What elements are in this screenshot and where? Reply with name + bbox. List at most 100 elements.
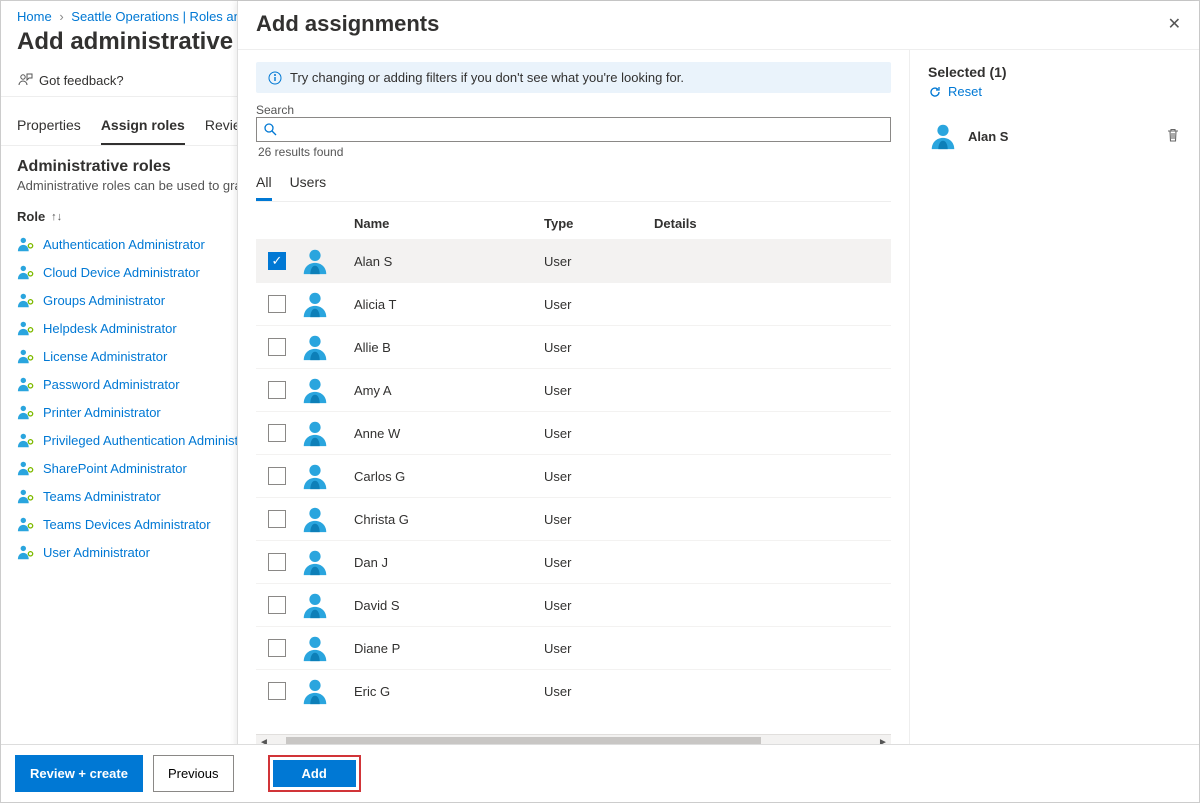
col-details[interactable]: Details	[654, 216, 891, 231]
selected-panel: Selected (1) Reset Alan S	[909, 50, 1199, 750]
role-link[interactable]: Password Administrator	[43, 377, 180, 392]
row-checkbox[interactable]	[268, 295, 286, 313]
role-link[interactable]: Printer Administrator	[43, 405, 161, 420]
role-link[interactable]: SharePoint Administrator	[43, 461, 187, 476]
role-link[interactable]: License Administrator	[43, 349, 167, 364]
user-list-scroll[interactable]: Name Type Details ✓Alan SUserAlicia TUse…	[256, 208, 891, 734]
info-icon	[268, 71, 282, 85]
bottom-toolbar: Review + create Previous Add	[1, 744, 1199, 802]
chevron-right-icon: ›	[59, 9, 63, 24]
user-icon	[928, 121, 958, 151]
list-row[interactable]: Allie BUser	[256, 325, 891, 368]
row-checkbox[interactable]	[268, 682, 286, 700]
row-type: User	[544, 641, 654, 656]
reset-button[interactable]: Reset	[928, 84, 1181, 99]
row-checkbox[interactable]	[268, 467, 286, 485]
row-type: User	[544, 340, 654, 355]
filter-tab-all[interactable]: All	[256, 170, 272, 201]
selected-title: Selected (1)	[928, 64, 1181, 80]
row-name: Alan S	[354, 254, 544, 269]
trash-icon[interactable]	[1165, 127, 1181, 146]
filter-tab-users[interactable]: Users	[290, 170, 327, 201]
row-name: Allie B	[354, 340, 544, 355]
user-icon	[300, 461, 330, 491]
row-type: User	[544, 512, 654, 527]
row-checkbox[interactable]	[268, 424, 286, 442]
row-checkbox[interactable]	[268, 596, 286, 614]
role-icon	[17, 515, 35, 533]
list-row[interactable]: Dan JUser	[256, 540, 891, 583]
row-type: User	[544, 297, 654, 312]
list-row[interactable]: Carlos GUser	[256, 454, 891, 497]
selected-name: Alan S	[968, 129, 1008, 144]
role-icon	[17, 431, 35, 449]
tab-properties[interactable]: Properties	[17, 111, 81, 145]
role-column-label: Role	[17, 209, 45, 224]
reset-icon	[928, 85, 942, 99]
user-icon	[300, 332, 330, 362]
row-name: Christa G	[354, 512, 544, 527]
user-icon	[300, 246, 330, 276]
list-row[interactable]: Diane PUser	[256, 626, 891, 669]
row-name: Carlos G	[354, 469, 544, 484]
row-type: User	[544, 254, 654, 269]
role-link[interactable]: Authentication Administrator	[43, 237, 205, 252]
close-icon[interactable]: ✕	[1168, 14, 1181, 34]
col-type[interactable]: Type	[544, 216, 654, 231]
row-checkbox[interactable]	[268, 338, 286, 356]
role-icon	[17, 375, 35, 393]
role-link[interactable]: User Administrator	[43, 545, 150, 560]
role-link[interactable]: Privileged Authentication Administ	[43, 433, 238, 448]
role-link[interactable]: Helpdesk Administrator	[43, 321, 177, 336]
role-icon	[17, 403, 35, 421]
feedback-label: Got feedback?	[39, 73, 124, 88]
list-row[interactable]: Eric GUser	[256, 669, 891, 712]
role-icon	[17, 347, 35, 365]
tab-assign-roles[interactable]: Assign roles	[101, 111, 185, 145]
role-link[interactable]: Cloud Device Administrator	[43, 265, 200, 280]
review-create-button[interactable]: Review + create	[15, 755, 143, 792]
breadcrumb-home[interactable]: Home	[17, 9, 52, 24]
role-icon	[17, 291, 35, 309]
role-link[interactable]: Teams Administrator	[43, 489, 161, 504]
row-type: User	[544, 684, 654, 699]
list-row[interactable]: Alicia TUser	[256, 282, 891, 325]
reset-label: Reset	[948, 84, 982, 99]
search-label: Search	[256, 103, 891, 117]
sort-icon: ↑↓	[51, 211, 62, 223]
search-icon	[264, 123, 277, 139]
role-icon	[17, 263, 35, 281]
row-checkbox[interactable]	[268, 553, 286, 571]
role-icon	[17, 543, 35, 561]
add-button-highlight: Add	[268, 755, 361, 792]
previous-button[interactable]: Previous	[153, 755, 234, 792]
list-row[interactable]: Christa GUser	[256, 497, 891, 540]
panel-title: Add assignments	[256, 11, 439, 37]
row-name: Anne W	[354, 426, 544, 441]
row-name: Eric G	[354, 684, 544, 699]
info-banner: Try changing or adding filters if you do…	[256, 62, 891, 93]
role-icon	[17, 459, 35, 477]
list-header: Name Type Details	[256, 208, 891, 239]
list-row[interactable]: ✓ Alan SUser	[256, 239, 891, 282]
row-checkbox[interactable]	[268, 510, 286, 528]
role-link[interactable]: Groups Administrator	[43, 293, 165, 308]
add-button[interactable]: Add	[273, 760, 356, 787]
list-row[interactable]: Amy AUser	[256, 368, 891, 411]
results-count: 26 results found	[256, 142, 891, 162]
breadcrumb-item-operations[interactable]: Seattle Operations | Roles and	[71, 9, 248, 24]
row-name: Amy A	[354, 383, 544, 398]
col-name[interactable]: Name	[354, 216, 544, 231]
row-checkbox[interactable]: ✓	[268, 252, 286, 270]
user-icon	[300, 504, 330, 534]
search-input[interactable]	[256, 117, 891, 142]
row-checkbox[interactable]	[268, 381, 286, 399]
list-row[interactable]: David SUser	[256, 583, 891, 626]
selected-item: Alan S	[928, 121, 1181, 151]
row-type: User	[544, 555, 654, 570]
row-type: User	[544, 598, 654, 613]
role-link[interactable]: Teams Devices Administrator	[43, 517, 211, 532]
list-row[interactable]: Anne WUser	[256, 411, 891, 454]
row-checkbox[interactable]	[268, 639, 286, 657]
role-icon	[17, 319, 35, 337]
